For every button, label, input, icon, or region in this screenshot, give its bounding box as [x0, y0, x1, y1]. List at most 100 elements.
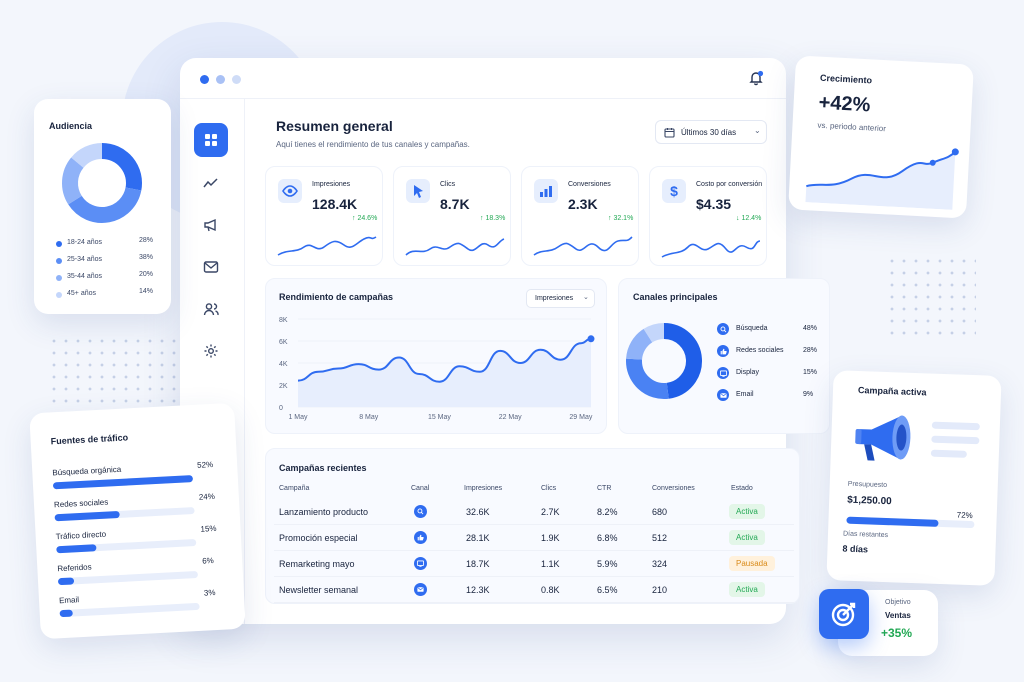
sidebar-item-mail[interactable]: [194, 250, 228, 284]
table-cell: 6.5%: [597, 585, 618, 595]
performance-line-chart: 0 2K 4K 6K 8K 1 May 8 May 15 May 22 May 29 May: [279, 317, 595, 421]
table-cell: 324: [652, 559, 668, 569]
x-tick-label: 1 May: [288, 414, 308, 421]
kpi-card[interactable]: Clics 8.7K ↑ 18.3%: [393, 166, 511, 266]
table-cell: 680: [652, 507, 668, 517]
campaigns-title: Campañas recientes: [279, 463, 367, 473]
table-cell: Lanzamiento producto: [279, 507, 369, 517]
traffic-bar: [56, 538, 197, 554]
donut-slice: [643, 323, 665, 343]
table-cell: 0.8K: [541, 585, 560, 595]
audience-percent: 20%: [139, 271, 154, 278]
mail-icon: [414, 583, 427, 596]
status-badge: Activa: [729, 582, 765, 597]
active-campaign-card: Campaña activa Presupuesto $1,250.00 72%…: [826, 370, 1002, 586]
legend-dot: [56, 275, 62, 281]
table-cell: 1.9K: [541, 533, 560, 543]
table-row[interactable]: Remarketing mayo 18.7K 1.1K 5.9% 324 Pausada: [274, 551, 794, 577]
goal-label: Objetivo: [885, 599, 911, 606]
table-row[interactable]: Promoción especial 28.1K 1.9K 6.8% 512 Activa: [274, 525, 794, 551]
traffic-bar: [54, 507, 195, 522]
table-cell: 210: [652, 585, 668, 595]
sidebar-item-campaigns[interactable]: [194, 208, 228, 242]
traffic-label: Búsqueda orgánica: [52, 464, 122, 478]
donut-slice: [62, 157, 84, 205]
megaphone-icon: [855, 415, 911, 461]
donut-slice: [68, 187, 142, 223]
column-header: Clics: [541, 485, 557, 492]
display-icon: [414, 557, 427, 570]
traffic-percent: 3%: [203, 588, 216, 598]
audience-percent: 28%: [139, 237, 154, 244]
channel-percent: 15%: [803, 369, 818, 376]
table-cell: 2.7K: [541, 507, 560, 517]
decoration-line: [930, 449, 967, 458]
kpi-sparkline: [533, 236, 633, 256]
sidebar-item-dashboard[interactable]: [194, 123, 228, 157]
table-cell: 32.6K: [466, 507, 490, 517]
megaphone-icon: [204, 218, 216, 232]
goal-name: Ventas: [885, 611, 911, 620]
kpi-card[interactable]: $ Costo por conversión $4.35 ↓ 12.4%: [649, 166, 767, 266]
table-cell: 8.2%: [597, 507, 618, 517]
date-range-select[interactable]: Últimos 30 días ⌄: [655, 120, 767, 144]
audience-label: 35-44 años: [67, 273, 103, 280]
column-header: Canal: [411, 485, 430, 492]
donut-slice: [626, 328, 653, 361]
column-header: Campaña: [279, 485, 310, 492]
growth-title: Crecimiento: [819, 72, 873, 86]
table-cell: 18.7K: [466, 559, 490, 569]
campaigns-card: Campañas recientes Campaña Canal Impresion…: [265, 448, 800, 604]
donut-slice: [71, 143, 103, 169]
audience-label: 45+ años: [67, 290, 96, 297]
kpi-card[interactable]: Impresiones 128.4K ↑ 24.6%: [265, 166, 383, 266]
search-icon: [414, 505, 427, 518]
traffic-percent: 6%: [201, 556, 214, 566]
bg-dots: [48, 335, 178, 405]
column-header: CTR: [597, 485, 612, 492]
date-range-label: Últimos 30 días: [681, 128, 737, 137]
traffic-bar: [57, 570, 199, 586]
legend-dot: [56, 258, 62, 264]
status-badge: Activa: [729, 504, 765, 519]
chevron-down-icon: ⌄: [754, 126, 761, 135]
traffic-card: Fuentes de tráfico Búsqueda orgánica 52% R…: [29, 402, 246, 640]
table-cell: 1.1K: [541, 559, 560, 569]
status-badge: Activa: [729, 530, 765, 545]
donut-slice: [101, 143, 142, 191]
kpi-card[interactable]: Conversiones 2.3K ↑ 32.1%: [521, 166, 639, 266]
thumbs-up-icon: [414, 531, 427, 544]
channel-label: Email: [736, 391, 754, 398]
mail-icon: [203, 261, 219, 273]
sidebar-item-analytics[interactable]: [194, 166, 228, 200]
bell-icon[interactable]: [748, 70, 764, 91]
audience-title: Audiencia: [49, 121, 93, 131]
traffic-label: Email: [58, 595, 80, 606]
audience-donut: [62, 143, 142, 223]
target-icon: [831, 602, 856, 627]
window-dot: [200, 75, 209, 84]
traffic-title: Fuentes de tráfico: [50, 432, 129, 447]
calendar-icon: [664, 128, 675, 138]
table-cell: 512: [652, 533, 668, 543]
channel-percent: 28%: [803, 347, 818, 354]
legend-dot: [56, 292, 62, 298]
channel-label: Redes sociales: [736, 347, 784, 354]
donut-slice: [663, 323, 702, 399]
sidebar-item-settings[interactable]: [194, 334, 228, 368]
y-tick-label: 4K: [279, 361, 288, 368]
traffic-percent: 52%: [196, 459, 214, 470]
traffic-label: Redes sociales: [53, 497, 109, 510]
gear-icon: [204, 344, 218, 358]
bg-dots: [886, 255, 976, 335]
table-row[interactable]: Lanzamiento producto 32.6K 2.7K 8.2% 680 Acti…: [274, 499, 794, 525]
decoration-line: [931, 421, 980, 431]
budget-label: Presupuesto: [847, 480, 888, 490]
column-header: Conversiones: [652, 485, 695, 492]
table-cell: Promoción especial: [279, 533, 358, 543]
sidebar-item-users[interactable]: [194, 292, 228, 326]
table-cell: Remarketing mayo: [279, 559, 355, 569]
audience-card: Audiencia 18-24 años 28% 25-34 años 38% 35-4…: [34, 99, 171, 314]
y-tick-label: 6K: [279, 339, 288, 346]
table-row[interactable]: Newsletter semanal 12.3K 0.8K 6.5% 210 Activa: [274, 577, 794, 603]
